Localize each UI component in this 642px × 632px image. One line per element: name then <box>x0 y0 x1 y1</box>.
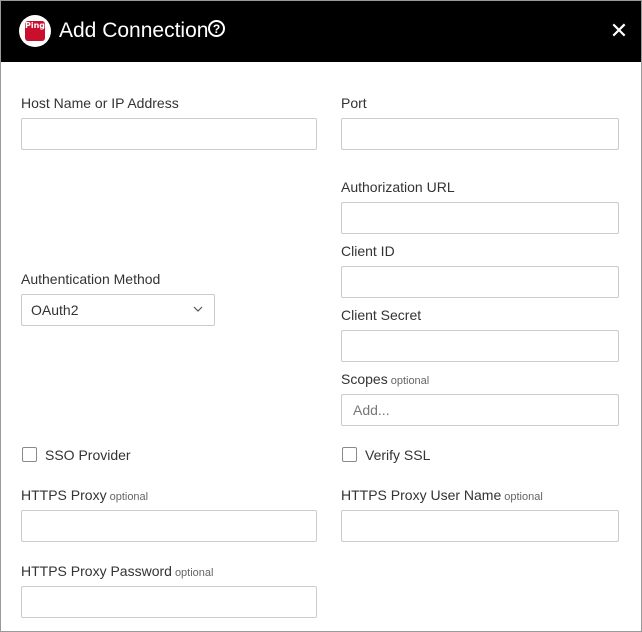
chevron-down-icon <box>193 306 203 312</box>
client-secret-label: Client Secret <box>341 307 422 323</box>
scopes-optional-tag: optional <box>390 375 430 387</box>
https-proxy-optional-tag: optional <box>109 491 149 503</box>
https-proxy-password-label: HTTPS Proxy Password optional <box>21 562 213 582</box>
https-proxy-label: HTTPS Proxy optional <box>21 486 148 506</box>
auth-method-select[interactable]: OAuth2 <box>21 294 215 326</box>
verify-ssl-checkbox[interactable] <box>342 447 357 462</box>
client-id-input[interactable] <box>341 266 619 298</box>
authorization-url-input[interactable] <box>341 202 619 234</box>
https-proxy-password-optional-tag: optional <box>174 567 214 579</box>
auth-method-value: OAuth2 <box>31 302 79 318</box>
close-icon[interactable]: ✕ <box>607 19 631 43</box>
ping-logo: Ping <box>19 15 51 47</box>
ping-logo-mark: Ping <box>25 21 45 41</box>
client-id-label: Client ID <box>341 243 395 259</box>
dialog-title: Add Connection <box>59 19 209 42</box>
https-proxy-password-label-text: HTTPS Proxy Password <box>21 563 172 579</box>
host-label: Host Name or IP Address <box>21 95 179 111</box>
https-proxy-user-label: HTTPS Proxy User Name optional <box>341 486 543 506</box>
port-label: Port <box>341 95 367 111</box>
https-proxy-label-text: HTTPS Proxy <box>21 487 107 503</box>
sso-provider-checkbox[interactable] <box>22 447 37 462</box>
client-secret-input[interactable] <box>341 330 619 362</box>
authorization-url-label: Authorization URL <box>341 179 455 195</box>
help-icon[interactable]: ? <box>208 20 225 37</box>
auth-method-label: Authentication Method <box>21 271 161 287</box>
scopes-label-text: Scopes <box>341 371 388 387</box>
scopes-label: Scopes optional <box>341 370 429 390</box>
dialog-header: Ping Add Connection ? ✕ <box>1 1 641 62</box>
scopes-input[interactable] <box>341 394 619 426</box>
sso-provider-label[interactable]: SSO Provider <box>45 446 131 464</box>
https-proxy-user-label-text: HTTPS Proxy User Name <box>341 487 502 503</box>
https-proxy-password-input[interactable] <box>21 586 317 618</box>
port-input[interactable] <box>341 118 619 150</box>
verify-ssl-label[interactable]: Verify SSL <box>365 446 430 464</box>
https-proxy-input[interactable] <box>21 510 317 542</box>
https-proxy-user-optional-tag: optional <box>504 491 543 503</box>
host-input[interactable] <box>21 118 317 150</box>
add-connection-dialog: Ping Add Connection ? ✕ Host Name or IP … <box>0 0 642 632</box>
https-proxy-user-input[interactable] <box>341 510 619 542</box>
